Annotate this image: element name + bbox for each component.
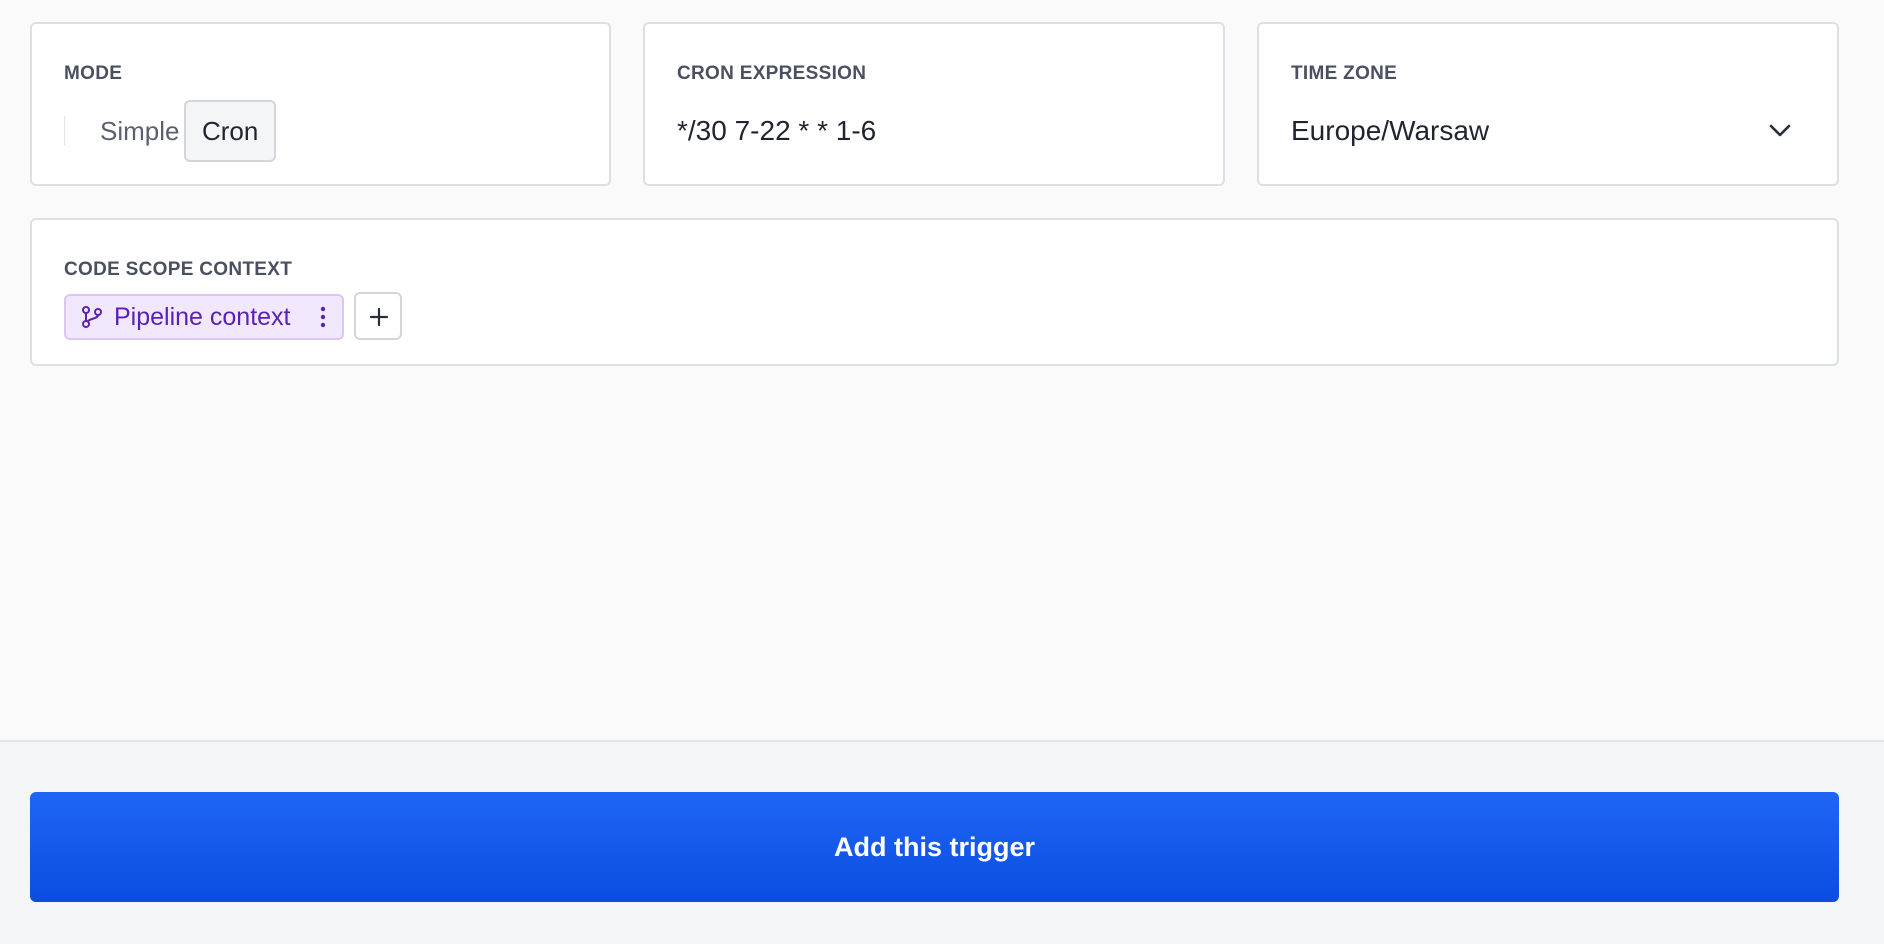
chevron-down-icon[interactable]: [1765, 116, 1795, 146]
timezone-card: TIME ZONE Europe/Warsaw: [1257, 22, 1839, 186]
cron-expression-card: CRON EXPRESSION */30 7-22 * * 1-6: [643, 22, 1225, 186]
code-scope-card: CODE SCOPE CONTEXT Pipeline context: [30, 218, 1839, 366]
branch-icon: [82, 306, 102, 328]
footer-bar: Add this trigger: [0, 740, 1884, 944]
mode-option-simple[interactable]: Simple: [82, 100, 197, 162]
code-scope-label: CODE SCOPE CONTEXT: [64, 259, 293, 280]
mode-label: MODE: [64, 63, 123, 84]
cron-expression-label: CRON EXPRESSION: [677, 63, 867, 84]
plus-icon: [369, 307, 389, 327]
mode-option-cron[interactable]: Cron: [184, 100, 277, 162]
cron-expression-input[interactable]: */30 7-22 * * 1-6: [677, 114, 876, 148]
more-vertical-icon[interactable]: [316, 305, 330, 329]
timezone-select[interactable]: Europe/Warsaw: [1291, 114, 1489, 148]
add-trigger-button[interactable]: Add this trigger: [30, 792, 1839, 902]
timezone-label: TIME ZONE: [1291, 63, 1398, 84]
chip-label: Pipeline context: [114, 302, 291, 331]
mode-card: MODE Simple Cron: [30, 22, 611, 186]
add-context-button[interactable]: [354, 292, 402, 340]
mode-divider: [64, 116, 65, 146]
pipeline-context-chip[interactable]: Pipeline context: [64, 294, 344, 340]
